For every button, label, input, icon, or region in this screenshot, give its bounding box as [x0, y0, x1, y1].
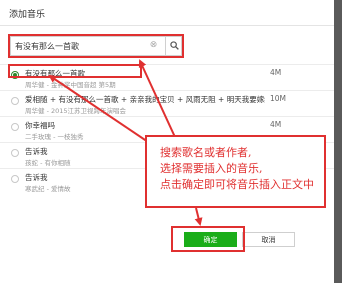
- arrow-to-song: [48, 74, 161, 151]
- arrow-to-confirm: [194, 207, 203, 226]
- annotation-text: 搜索歌名或者作者, 选择需要插入的音乐, 点击确定即可将音乐插入正文中: [160, 146, 314, 191]
- annotation-callout: 搜索歌名或者作者, 选择需要插入的音乐, 点击确定即可将音乐插入正文中: [145, 135, 326, 208]
